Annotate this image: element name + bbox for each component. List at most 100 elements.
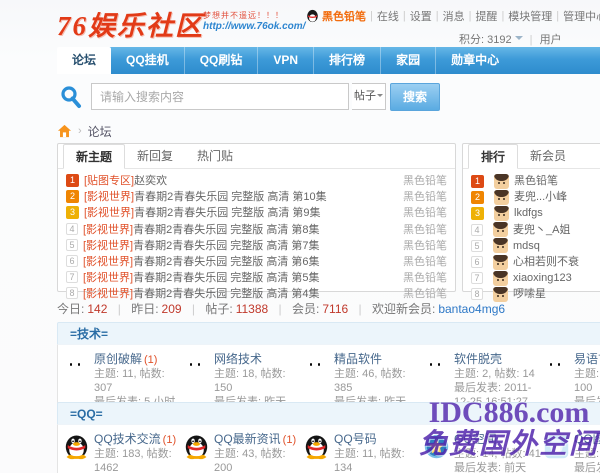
- userbar-link-messages[interactable]: 消息: [443, 8, 465, 24]
- tab-ranking[interactable]: 排行: [468, 144, 518, 169]
- breadcrumb-forum[interactable]: 论坛: [88, 123, 112, 140]
- nav-tab-qq-diamond[interactable]: QQ刷钻: [184, 47, 258, 74]
- nav-tab-medals[interactable]: 勋章中心: [435, 47, 514, 74]
- forum-stats-line: 主题: 18, 帖数: 150: [214, 367, 302, 395]
- thread-title[interactable]: 青春期2青春失乐园 完整版 高清 第8集: [133, 224, 319, 236]
- thread-title[interactable]: 青春期2青春失乐园 完整版 高清 第9集: [134, 207, 320, 219]
- rank-badge: 6: [471, 256, 483, 268]
- qzone-star-icon: [424, 434, 449, 459]
- nav-tab-qq-hangup[interactable]: QQ挂机: [111, 47, 184, 74]
- new-post-count: (1): [163, 434, 176, 446]
- thread-category[interactable]: [影视世界]: [83, 272, 133, 284]
- forum-lastpost: 最后发表: 前天 22:38:05: [574, 461, 600, 473]
- usergroup-link[interactable]: 用户: [540, 34, 562, 46]
- member-name[interactable]: 啰嗦星: [513, 286, 546, 302]
- thread-list: 1[贴图专区]赵奕欢黑色铅笔 2[影视世界]青春期2青春失乐园 完整版 高清 第…: [58, 169, 455, 303]
- rank-badge: 1: [471, 175, 484, 188]
- separator: |: [530, 34, 533, 46]
- ranking-panel: 排行 新会员 1黑色铅笔 2麦兜...小峰 3lkdfgs 4麦兜丶_A姐 5m…: [462, 143, 600, 292]
- chevron-down-icon: [515, 36, 523, 44]
- forum-link[interactable]: QQ图标: [574, 432, 600, 446]
- thread-row: 3[影视世界]青春期2青春失乐园 完整版 高清 第9集黑色铅笔: [66, 205, 447, 221]
- separator: |: [501, 10, 504, 22]
- thread-title[interactable]: 青春期2青春失乐园 完整版 高清 第5集: [133, 272, 319, 284]
- forum-stats-line: 主题: 183, 帖数: 1462: [94, 447, 182, 473]
- tab-new-replies[interactable]: 新回复: [125, 144, 185, 168]
- thread-category[interactable]: [影视世界]: [83, 288, 133, 300]
- thread-author[interactable]: 黑色铅笔: [403, 205, 447, 221]
- ranking-tabs: 排行 新会员: [463, 144, 600, 169]
- thread-title[interactable]: 青春期2青春失乐园 完整版 高清 第6集: [133, 256, 319, 268]
- thread-title[interactable]: 青春期2青春失乐园 完整版 高清 第4集: [133, 288, 319, 300]
- thread-category[interactable]: [影视世界]: [83, 224, 133, 236]
- forum-stats-line: 主题: 43, 帖数: 200: [214, 447, 302, 473]
- member-name[interactable]: mdsq: [513, 238, 540, 254]
- thread-category[interactable]: [贴图专区]: [84, 175, 134, 187]
- home-icon[interactable]: [57, 124, 72, 138]
- forum-link[interactable]: 易语言交流: [574, 352, 600, 366]
- member-name[interactable]: xiaoxing123: [513, 270, 572, 286]
- member-name[interactable]: 麦兜...小峰: [514, 189, 567, 205]
- forum-link[interactable]: QQ号码: [334, 432, 377, 446]
- thread-title[interactable]: 赵奕欢: [134, 175, 167, 187]
- tab-new-threads[interactable]: 新主题: [63, 144, 125, 169]
- thread-author[interactable]: 黑色铅笔: [403, 189, 447, 205]
- rank-badge: 8: [471, 288, 483, 300]
- new-post-count: (1): [144, 354, 157, 366]
- member-name[interactable]: 黑色铅笔: [514, 173, 558, 189]
- thread-author[interactable]: 黑色铅笔: [403, 254, 447, 270]
- thread-category[interactable]: [影视世界]: [84, 207, 134, 219]
- thread-author[interactable]: 黑色铅笔: [403, 173, 447, 189]
- thread-title[interactable]: 青春期2青春失乐园 完整版 高清 第7集: [133, 240, 319, 252]
- member-name[interactable]: 心相若则不衰: [513, 254, 579, 270]
- newest-member-link[interactable]: bantao4mg6: [438, 302, 505, 316]
- nav-tab-forum[interactable]: 论坛: [57, 47, 111, 74]
- userbar-link-admin[interactable]: 管理中心: [563, 8, 600, 24]
- section-title[interactable]: =技术=: [57, 322, 600, 344]
- search-type-select[interactable]: 帖子: [352, 83, 386, 110]
- forum-link[interactable]: 精品软件: [334, 352, 382, 366]
- member-name[interactable]: 麦兜丶_A姐: [513, 222, 570, 238]
- nav-tab-home-space[interactable]: 家园: [380, 47, 435, 74]
- rank-badge: 7: [66, 271, 78, 283]
- member-row: 7xiaoxing123: [471, 270, 600, 286]
- site-logo[interactable]: 76娱乐社区: [57, 4, 204, 43]
- userbar-link-notices[interactable]: 提醒: [475, 8, 497, 24]
- section-title[interactable]: =QQ=: [57, 402, 600, 424]
- userbar-link-settings[interactable]: 设置: [410, 8, 432, 24]
- tab-new-members[interactable]: 新会员: [518, 144, 578, 168]
- thread-title[interactable]: 青春期2青春失乐园 完整版 高清 第10集: [134, 191, 327, 203]
- rank-badge: 8: [66, 287, 78, 299]
- thread-category[interactable]: [影视世界]: [83, 256, 133, 268]
- userbar-link-modules[interactable]: 模块管理: [508, 8, 552, 24]
- member-row: 4麦兜丶_A姐: [471, 222, 600, 238]
- tab-hot-posts[interactable]: 热门贴: [185, 144, 245, 168]
- search-button[interactable]: 搜索: [390, 83, 440, 111]
- thread-author[interactable]: 黑色铅笔: [403, 222, 447, 238]
- nav-tab-vpn[interactable]: VPN: [257, 47, 313, 74]
- forum-link[interactable]: QQ空间: [454, 432, 497, 446]
- forum-link[interactable]: 网络技术: [214, 352, 262, 366]
- forum-link[interactable]: 软件脱壳: [454, 352, 502, 366]
- forum-link[interactable]: 原创破解: [94, 352, 142, 366]
- forum-link[interactable]: QQ技术交流: [94, 432, 161, 446]
- username-link[interactable]: 黑色铅笔: [322, 8, 366, 24]
- qq-badge-icon: [544, 434, 569, 459]
- search-type-value: 帖子: [354, 90, 376, 102]
- rank-badge: 1: [66, 174, 79, 187]
- thread-category[interactable]: [影视世界]: [84, 191, 134, 203]
- thread-author[interactable]: 黑色铅笔: [403, 238, 447, 254]
- credits-dropdown[interactable]: 积分: 3192: [459, 34, 512, 46]
- userbar-link-online[interactable]: 在线: [377, 8, 399, 24]
- thread-list-panel: 新主题 新回复 热门贴 1[贴图专区]赵奕欢黑色铅笔 2[影视世界]青春期2青春…: [57, 143, 456, 292]
- forum-link[interactable]: QQ最新资讯: [214, 432, 281, 446]
- thread-author[interactable]: 黑色铅笔: [403, 270, 447, 286]
- separator: |: [556, 10, 559, 22]
- nav-tab-ranking[interactable]: 排行榜: [313, 47, 380, 74]
- search-input[interactable]: [91, 83, 349, 110]
- member-name[interactable]: lkdfgs: [514, 205, 543, 221]
- separator: |: [279, 302, 282, 316]
- breadcrumb: › 论坛: [57, 123, 112, 139]
- avatar: [493, 255, 508, 270]
- thread-category[interactable]: [影视世界]: [83, 240, 133, 252]
